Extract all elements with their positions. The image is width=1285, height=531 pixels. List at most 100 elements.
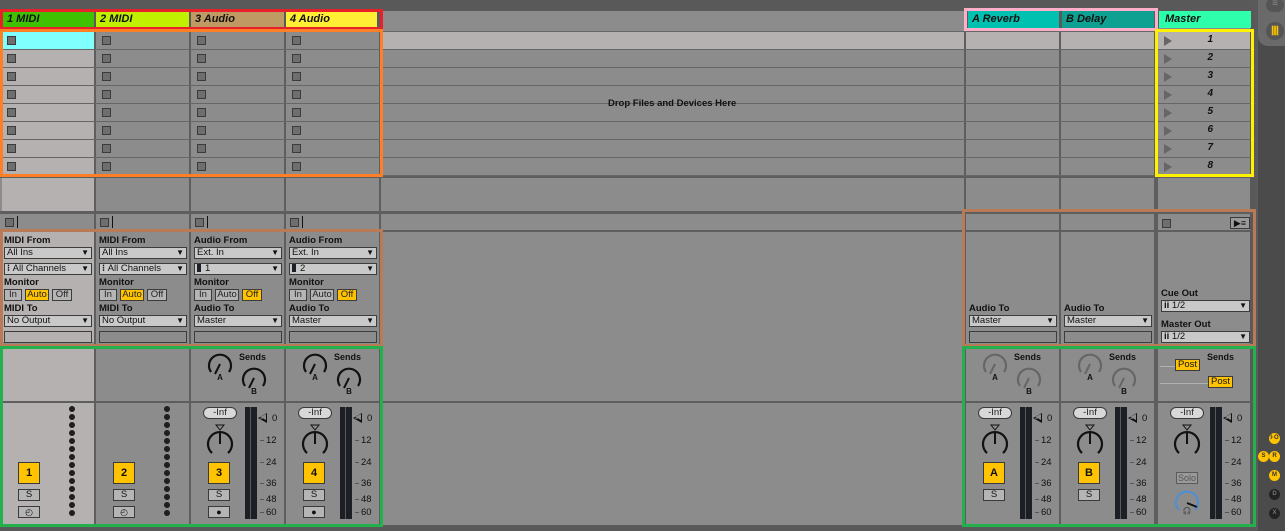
preview-volume-knob[interactable]: 🎧 [1173,488,1201,516]
monitor-off-button[interactable]: Off [52,289,72,301]
io-toggle-button[interactable]: I·O [1269,433,1280,444]
send-b-knob[interactable]: B [335,366,363,396]
clip-slot[interactable] [287,68,379,85]
return-clip-slot[interactable] [1061,50,1154,67]
input-channel-dropdown[interactable]: 2 ▼ [289,263,377,275]
pan-knob[interactable] [980,424,1010,458]
track-stop-button[interactable] [100,218,109,227]
output-target-dropdown[interactable]: Master ▼ [194,315,282,327]
clip-slot[interactable] [192,86,284,103]
clip-slot[interactable] [287,50,379,67]
clip-slot[interactable] [287,122,379,139]
output-channel-box[interactable] [289,331,377,343]
track-title-3[interactable]: 3 Audio [191,11,284,28]
track-activator-button[interactable]: 4 [303,462,325,484]
return-clip-slot[interactable] [966,104,1059,121]
return-activator-button[interactable]: B [1078,462,1100,484]
scene-play-icon[interactable] [1164,90,1172,100]
master-pan-knob[interactable] [1172,424,1202,458]
clip-slot[interactable] [287,86,379,103]
output-target-dropdown[interactable]: No Output ▼ [99,315,187,327]
clip-slot[interactable] [192,158,284,175]
clip-stop-button[interactable] [292,90,301,99]
clip-stop-button[interactable] [197,108,206,117]
track-activator-button[interactable]: 2 [113,462,135,484]
input-source-dropdown[interactable]: Ext. In ▼ [194,247,282,259]
master-out-dropdown[interactable]: ii 1/2 ▼ [1161,331,1250,343]
monitor-auto-button[interactable]: Auto [310,289,334,301]
send-a-knob[interactable]: A [981,352,1009,382]
return-clip-slot[interactable] [966,50,1059,67]
clip-slot[interactable] [287,104,379,121]
master-title[interactable]: Master [1159,11,1251,28]
clip-stop-button[interactable] [292,54,301,63]
track-title-2[interactable]: 2 MIDI [96,11,189,28]
track-stop-button[interactable] [290,218,299,227]
input-channel-dropdown[interactable]: 1 ▼ [194,263,282,275]
clip-slot[interactable] [2,140,94,157]
arm-button[interactable]: ● [208,506,230,518]
scene-play-icon[interactable] [1164,108,1172,118]
scene-launch-7[interactable]: 7 [1158,140,1251,157]
solo-button[interactable]: S [1078,489,1100,501]
mixer-toggle-button[interactable]: M [1269,470,1280,481]
scene-play-icon[interactable] [1164,126,1172,136]
monitor-auto-button[interactable]: Auto [25,289,49,301]
scene-launch-1[interactable]: 1 [1158,32,1251,49]
clip-slot[interactable] [2,104,94,121]
scene-launch-3[interactable]: 3 [1158,68,1251,85]
clip-stop-button[interactable] [102,54,111,63]
clip-slot[interactable] [97,86,189,103]
clip-stop-button[interactable] [197,144,206,153]
output-channel-box[interactable] [194,331,282,343]
post-a-button[interactable]: Post [1175,359,1201,371]
track-title-1[interactable]: 1 MIDI [3,11,94,28]
clip-stop-button[interactable] [7,54,16,63]
track-title-4[interactable]: 4 Audio [286,11,377,28]
clip-stop-button[interactable] [7,144,16,153]
return-a-output-dropdown[interactable]: Master ▼ [969,315,1057,327]
monitor-off-button[interactable]: Off [337,289,357,301]
track-stop-button[interactable] [5,218,14,227]
follow-toggle-button[interactable]: ▶≡ [1230,217,1250,229]
send-a-knob[interactable]: A [206,352,234,382]
return-clip-slot[interactable] [966,140,1059,157]
clip-slot[interactable] [192,140,284,157]
output-target-dropdown[interactable]: No Output ▼ [4,315,92,327]
clip-stop-button[interactable] [102,36,111,45]
clip-slot[interactable] [97,104,189,121]
input-channel-dropdown[interactable]: ⁝ All Channels ▼ [4,263,92,275]
monitor-off-button[interactable]: Off [242,289,262,301]
scene-launch-4[interactable]: 4 [1158,86,1251,103]
track-activator-button[interactable]: 1 [18,462,40,484]
input-source-dropdown[interactable]: All Ins ▼ [4,247,92,259]
clip-stop-button[interactable] [102,90,111,99]
clip-slot[interactable] [2,68,94,85]
output-channel-box[interactable] [99,331,187,343]
return-clip-slot[interactable] [1061,32,1154,49]
volume-display[interactable]: -Inf [203,407,237,419]
clip-slot[interactable] [287,158,379,175]
solo-button[interactable]: S [983,489,1005,501]
input-source-dropdown[interactable]: All Ins ▼ [99,247,187,259]
monitor-in-button[interactable]: In [99,289,117,301]
volume-display[interactable]: -Inf [298,407,332,419]
return-clip-slot[interactable] [1061,122,1154,139]
clip-slot[interactable] [2,50,94,67]
return-clip-slot[interactable] [966,158,1059,175]
output-target-dropdown[interactable]: Master ▼ [289,315,377,327]
clip-stop-button[interactable] [7,126,16,135]
monitor-in-button[interactable]: In [194,289,212,301]
clip-slot[interactable] [97,50,189,67]
return-clip-slot[interactable] [966,122,1059,139]
returns-toggle-button[interactable]: R [1269,451,1280,462]
volume-display[interactable]: -Inf [978,407,1012,419]
solo-button[interactable]: S [303,489,325,501]
pan-knob[interactable] [205,424,235,458]
return-clip-slot[interactable] [1061,158,1154,175]
scene-play-icon[interactable] [1164,36,1172,46]
clip-slot[interactable] [192,32,284,49]
return-clip-slot[interactable] [966,32,1059,49]
sends-toggle-button[interactable]: S [1258,451,1269,462]
return-b-output-dropdown[interactable]: Master ▼ [1064,315,1152,327]
